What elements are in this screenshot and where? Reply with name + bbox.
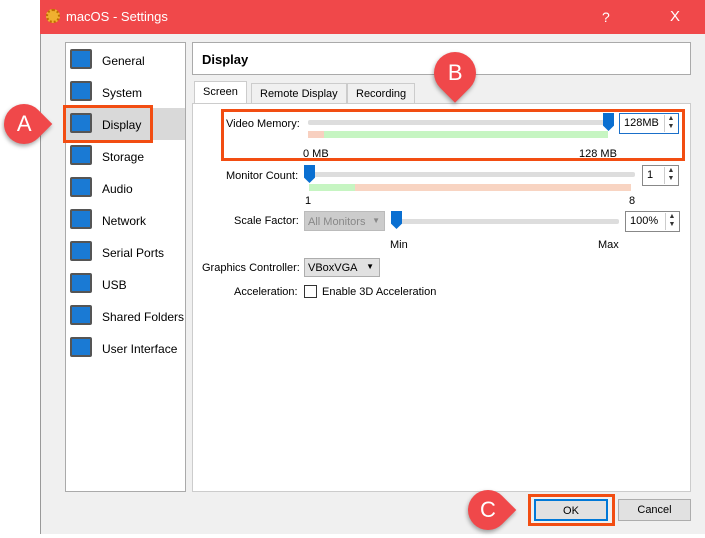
sidebar-item-serial-ports[interactable]: Serial Ports	[66, 236, 185, 268]
sidebar-item-label: User Interface	[102, 342, 178, 356]
monitor-count-max: 8	[629, 195, 636, 207]
sidebar-item-label: Storage	[102, 150, 145, 164]
monitor-count-slider[interactable]	[308, 172, 635, 177]
sidebar-item-system[interactable]: System	[66, 76, 185, 108]
general-monitor-icon	[70, 49, 92, 69]
chevron-down-icon: ▼	[372, 216, 380, 225]
sidebar-item-general[interactable]: General	[66, 44, 185, 76]
window-title: macOS - Settings	[66, 9, 168, 24]
sidebar-item-label: Shared Folders	[102, 310, 185, 324]
annotation-label-a: A	[16, 111, 32, 136]
sidebar-item-label: System	[102, 86, 143, 100]
close-button[interactable]: X	[670, 8, 680, 25]
monitor-count-min: 1	[305, 195, 312, 207]
sidebar-item-shared-folders[interactable]: Shared Folders	[66, 300, 185, 332]
sidebar-item-network[interactable]: Network	[66, 204, 185, 236]
folder-icon	[70, 305, 92, 325]
graphics-controller-select[interactable]: VBoxVGA ▼	[304, 258, 380, 277]
gear-icon	[46, 9, 60, 23]
sidebar-item-user-interface[interactable]: User Interface	[66, 332, 185, 364]
disk-icon	[70, 145, 92, 165]
sidebar-item-label: Serial Ports	[102, 246, 165, 260]
annotation-box-b	[221, 109, 685, 161]
acceleration-label: Acceleration:	[234, 286, 298, 298]
scale-factor-value: 100%	[630, 215, 659, 227]
enable-3d-label[interactable]: Enable 3D Acceleration	[322, 286, 436, 298]
spin-arrows-icon[interactable]: ▲ ▼	[664, 167, 677, 184]
scale-factor-min: Min	[390, 239, 408, 251]
cancel-button[interactable]: Cancel	[618, 499, 691, 521]
sidebar-item-audio[interactable]: Audio	[66, 172, 185, 204]
usb-icon	[70, 273, 92, 293]
sidebar-item-label: Network	[102, 214, 147, 228]
spin-arrows-icon[interactable]: ▲ ▼	[665, 213, 678, 230]
chevron-down-icon: ▼	[366, 262, 374, 271]
monitor-count-range-bar	[309, 184, 631, 191]
help-button[interactable]: ?	[602, 9, 610, 25]
chip-icon	[70, 81, 92, 101]
scale-factor-slider[interactable]	[395, 219, 619, 224]
scale-monitor-select-value: All Monitors	[308, 216, 366, 228]
enable-3d-checkbox[interactable]	[304, 285, 317, 298]
monitor-count-value: 1	[647, 169, 654, 181]
annotation-label-b: B	[447, 60, 463, 85]
serial-port-icon	[70, 241, 92, 261]
monitor-count-label: Monitor Count:	[226, 170, 299, 182]
graphics-controller-label: Graphics Controller:	[202, 262, 300, 274]
tab-screen[interactable]: Screen	[194, 81, 247, 104]
title-bar: macOS - Settings ? X	[40, 0, 705, 34]
sidebar-item-usb[interactable]: USB	[66, 268, 185, 300]
sidebar-item-label: USB	[102, 278, 127, 292]
tab-recording[interactable]: Recording	[347, 83, 416, 104]
network-icon	[70, 209, 92, 229]
sidebar-item-storage[interactable]: Storage	[66, 140, 185, 172]
monitor-count-spinbox[interactable]: 1 ▲ ▼	[642, 165, 679, 186]
scale-factor-spinbox[interactable]: 100% ▲ ▼	[625, 211, 680, 232]
scale-monitor-select[interactable]: All Monitors ▼	[304, 211, 385, 231]
annotation-label-c: C	[480, 496, 496, 522]
annotation-box-c	[528, 494, 615, 526]
sidebar-item-label: General	[102, 54, 145, 68]
graphics-controller-value: VBoxVGA	[308, 262, 358, 274]
annotation-box-a	[63, 105, 153, 143]
sidebar-item-label: Audio	[102, 182, 133, 196]
scale-factor-max: Max	[598, 239, 619, 251]
speaker-icon	[70, 177, 92, 197]
page-title: Display	[202, 52, 249, 67]
scale-factor-label: Scale Factor:	[234, 215, 299, 227]
ui-window-icon	[70, 337, 92, 357]
tab-remote-display[interactable]: Remote Display	[251, 83, 347, 104]
